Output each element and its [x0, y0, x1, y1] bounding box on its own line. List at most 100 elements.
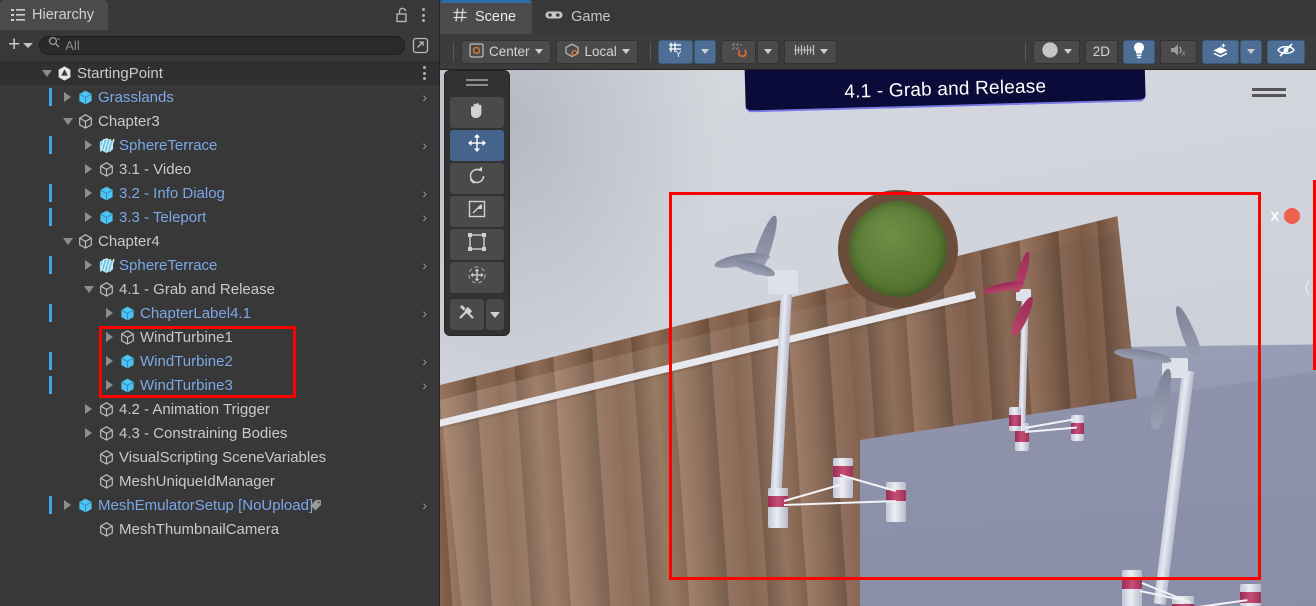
hierarchy-row[interactable]: SphereTerrace ›: [0, 253, 439, 277]
open-prefab-chevron-icon[interactable]: ›: [422, 133, 427, 157]
snap-magnet-dropdown[interactable]: [756, 39, 779, 64]
chevron-down-icon[interactable]: [61, 235, 74, 248]
gameobject-cube-icon: [97, 280, 115, 298]
chevron-down-icon: [700, 49, 709, 54]
twisty-placeholder: [82, 475, 95, 488]
hierarchy-row[interactable]: 4.2 - Animation Trigger: [0, 397, 439, 421]
gameobject-cube-icon: [97, 160, 115, 178]
hierarchy-row[interactable]: SphereTerrace ›: [0, 133, 439, 157]
hierarchy-row[interactable]: 3.2 - Info Dialog ›: [0, 181, 439, 205]
eye-hidden-icon: [1276, 42, 1296, 61]
scene-visibility-button[interactable]: [1267, 39, 1305, 64]
prefab-modified-marker: [49, 136, 52, 154]
hierarchy-row[interactable]: WindTurbine2 ›: [0, 349, 439, 373]
search-placeholder: All: [65, 37, 80, 53]
twisty-placeholder: [82, 451, 95, 464]
scene-fx-dropdown[interactable]: [1240, 39, 1262, 64]
custom-tools-dropdown[interactable]: [486, 299, 504, 330]
transform-tool-button[interactable]: [450, 262, 504, 293]
search-input[interactable]: All: [39, 35, 405, 55]
open-prefab-chevron-icon[interactable]: ›: [422, 493, 427, 517]
chevron-right-icon[interactable]: [103, 355, 116, 368]
scene-gizmo-x-axis[interactable]: X: [1270, 208, 1300, 224]
unity-logo-icon: [55, 64, 73, 82]
pivot-mode-button[interactable]: Center: [461, 39, 551, 64]
hierarchy-row[interactable]: VisualScripting SceneVariables: [0, 445, 439, 469]
hierarchy-row[interactable]: 3.1 - Video: [0, 157, 439, 181]
hierarchy-row[interactable]: 3.3 - Teleport ›: [0, 205, 439, 229]
scene-viewport[interactable]: 4.1 - Grab and Release X ⟨: [440, 70, 1316, 606]
custom-tools-button[interactable]: [450, 299, 484, 330]
tab-game[interactable]: Game: [532, 0, 627, 34]
chevron-right-icon[interactable]: [82, 163, 95, 176]
gizmo-axis-handle[interactable]: [1284, 208, 1300, 224]
toolbar-divider: [1024, 41, 1026, 62]
hierarchy-row[interactable]: 4.3 - Constraining Bodies: [0, 421, 439, 445]
open-prefab-chevron-icon[interactable]: ›: [422, 301, 427, 325]
shading-mode-button[interactable]: [1032, 39, 1080, 64]
hierarchy-row[interactable]: WindTurbine3 ›: [0, 373, 439, 397]
chevron-right-icon[interactable]: [103, 331, 116, 344]
chevron-right-icon[interactable]: [82, 187, 95, 200]
scene-panel: Scene Game Center Local Y 2D x 4.1 - Gra…: [440, 0, 1316, 606]
gizmo-collapse-arrow-icon[interactable]: ⟨: [1304, 278, 1310, 298]
rotate-tool-button[interactable]: [450, 163, 504, 194]
hierarchy-icon: [11, 8, 25, 22]
chevron-right-icon[interactable]: [82, 211, 95, 224]
grid-size-button[interactable]: [783, 39, 837, 64]
lock-icon[interactable]: [389, 0, 415, 30]
hierarchy-row[interactable]: WindTurbine1: [0, 325, 439, 349]
row-menu-icon[interactable]: [423, 61, 426, 85]
scene-audio-button[interactable]: x: [1160, 39, 1197, 64]
hierarchy-row[interactable]: Chapter3: [0, 109, 439, 133]
hierarchy-row[interactable]: ChapterLabel4.1 ›: [0, 301, 439, 325]
chevron-right-icon[interactable]: [103, 307, 116, 320]
palette-grip-handle[interactable]: [466, 79, 488, 89]
move-tool-button[interactable]: [450, 130, 504, 161]
open-prefab-chevron-icon[interactable]: ›: [422, 181, 427, 205]
hierarchy-row[interactable]: Grasslands ›: [0, 85, 439, 109]
tab-scene[interactable]: Scene: [440, 0, 533, 34]
hierarchy-tabbar: Hierarchy: [0, 0, 439, 30]
hierarchy-row[interactable]: MeshEmulatorSetup [NoUpload] ›: [0, 493, 439, 517]
tabbar-spacer: [108, 0, 389, 30]
hand-tool-button[interactable]: [450, 97, 504, 128]
chevron-right-icon[interactable]: [61, 499, 74, 512]
hierarchy-row[interactable]: Chapter4: [0, 229, 439, 253]
hierarchy-row[interactable]: 4.1 - Grab and Release: [0, 277, 439, 301]
hierarchy-tree[interactable]: StartingPoint Grasslands › Chapter3 SphereTe…: [0, 60, 439, 606]
hierarchy-row[interactable]: StartingPoint: [0, 61, 439, 85]
tab-hierarchy[interactable]: Hierarchy: [0, 0, 109, 30]
snap-magnet-button[interactable]: [720, 39, 756, 64]
chevron-right-icon[interactable]: [103, 379, 116, 392]
chevron-right-icon[interactable]: [61, 91, 74, 104]
scene-lighting-button[interactable]: [1123, 39, 1155, 64]
chevron-right-icon[interactable]: [82, 139, 95, 152]
chevron-right-icon[interactable]: [82, 259, 95, 272]
open-prefab-chevron-icon[interactable]: ›: [422, 85, 427, 109]
chevron-right-icon[interactable]: [82, 427, 95, 440]
open-prefab-chevron-icon[interactable]: ›: [422, 253, 427, 277]
chevron-down-icon[interactable]: [82, 283, 95, 296]
chevron-down-icon[interactable]: [40, 67, 53, 80]
hierarchy-row-label: 4.3 - Constraining Bodies: [119, 424, 288, 442]
hierarchy-row-label: VisualScripting SceneVariables: [119, 448, 327, 466]
grid-snap-button[interactable]: Y: [657, 39, 693, 64]
open-prefab-chevron-icon[interactable]: ›: [422, 373, 427, 397]
rect-tool-button[interactable]: [450, 229, 504, 260]
open-in-new-window-icon[interactable]: [409, 34, 431, 56]
hierarchy-row[interactable]: MeshUniqueIdManager: [0, 469, 439, 493]
scale-tool-button[interactable]: [450, 196, 504, 227]
hierarchy-menu-icon[interactable]: [415, 0, 439, 30]
toggle-2d-button[interactable]: 2D: [1084, 39, 1118, 64]
chevron-down-icon: [1247, 49, 1255, 54]
scene-fx-button[interactable]: [1202, 39, 1239, 64]
grid-snap-dropdown[interactable]: [693, 39, 716, 64]
chevron-down-icon[interactable]: [61, 115, 74, 128]
open-prefab-chevron-icon[interactable]: ›: [422, 349, 427, 373]
add-gameobject-button[interactable]: +: [6, 34, 35, 55]
rotation-mode-button[interactable]: Local: [555, 39, 638, 64]
chevron-right-icon[interactable]: [82, 403, 95, 416]
open-prefab-chevron-icon[interactable]: ›: [422, 205, 427, 229]
hierarchy-row[interactable]: MeshThumbnailCamera: [0, 517, 439, 541]
